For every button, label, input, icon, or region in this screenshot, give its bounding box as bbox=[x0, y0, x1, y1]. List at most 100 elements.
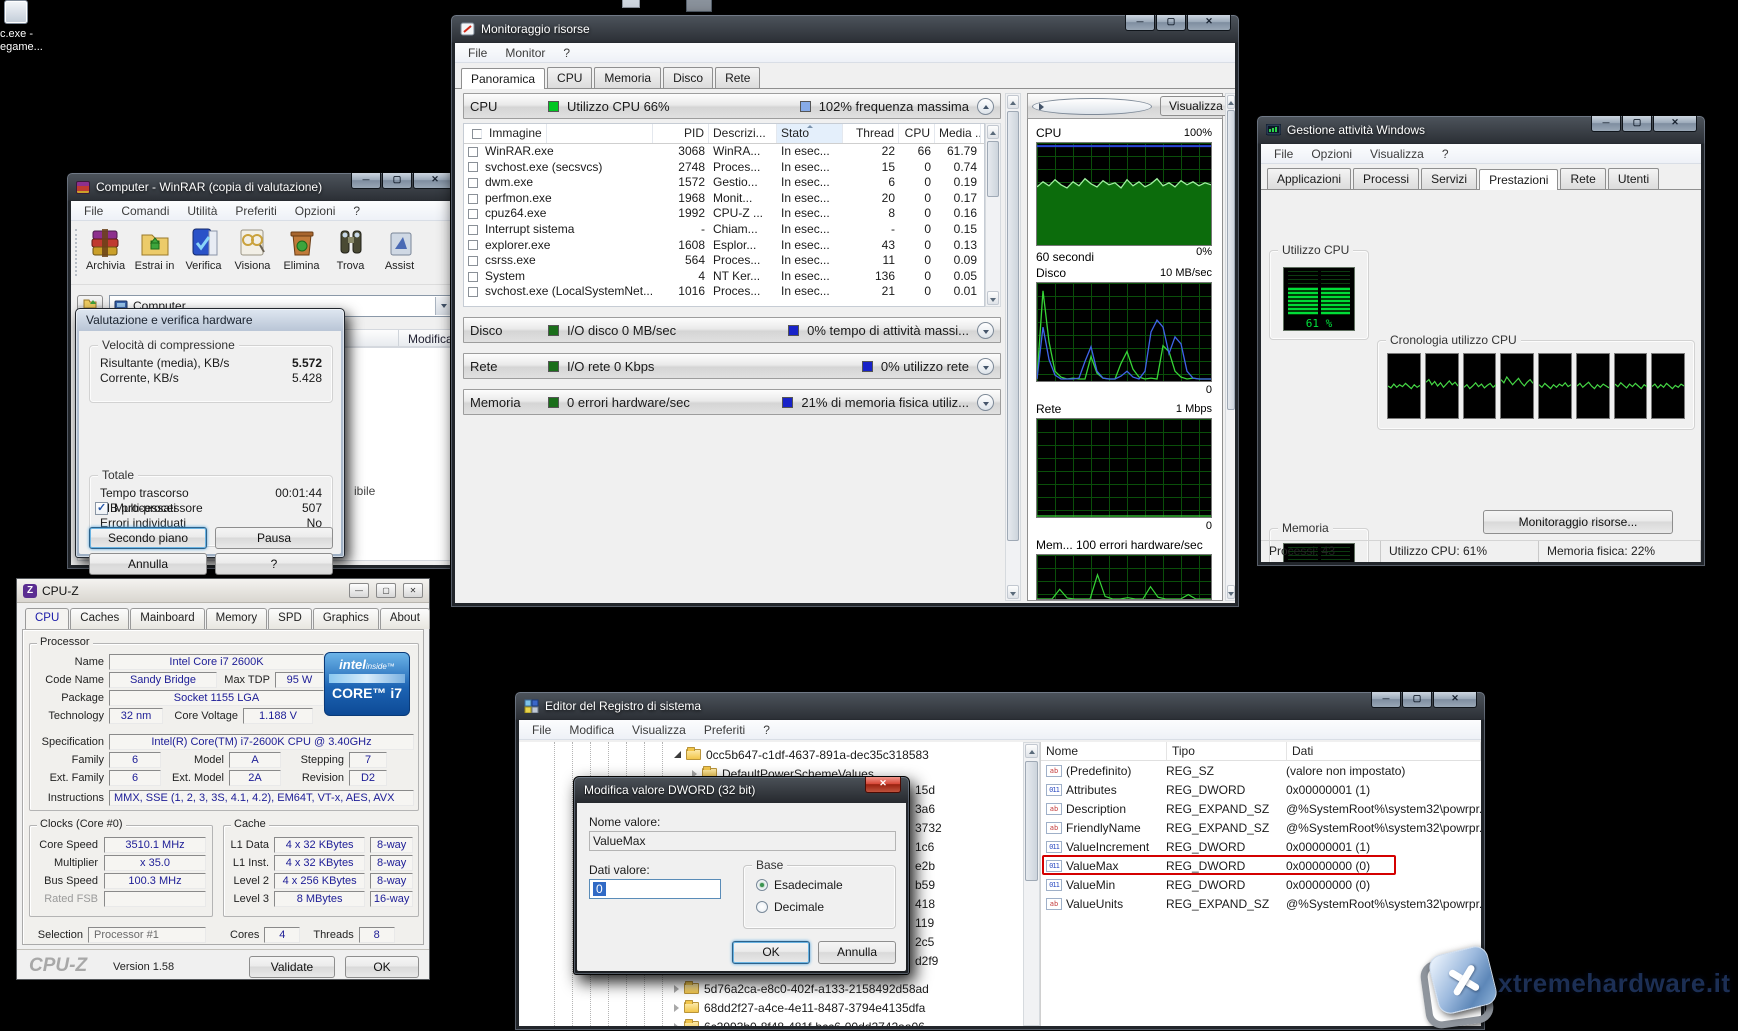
maximize-button[interactable] bbox=[1622, 116, 1652, 132]
cancel-button[interactable]: Annulla bbox=[89, 553, 207, 575]
process-row[interactable]: dwm.exe1572Gestio...In esec...600.19 bbox=[464, 175, 984, 191]
resmon-tab-memoria[interactable]: Memoria bbox=[594, 67, 661, 88]
registry-value-row[interactable]: 011ValueMinREG_DWORD0x00000000 (0) bbox=[1041, 875, 1481, 894]
header-checkbox[interactable] bbox=[472, 129, 482, 139]
regedit-menu-file[interactable]: File bbox=[525, 722, 558, 738]
processor-select[interactable]: Processor #1 bbox=[88, 927, 206, 943]
expand-chevron-icon[interactable] bbox=[977, 322, 994, 339]
tree-node-fragment[interactable]: b59 bbox=[915, 878, 935, 892]
tree-node-fragment[interactable]: d2f9 bbox=[915, 954, 938, 968]
registry-values[interactable]: Nome Tipo Dati ab(Predefinito)REG_SZ(val… bbox=[1040, 742, 1481, 1026]
minimize-button[interactable]: — bbox=[349, 583, 369, 598]
rete-section-header[interactable]: Rete I/O rete 0 Kbps 0% utilizzo rete bbox=[463, 353, 1001, 379]
tree-scrollbar[interactable] bbox=[1023, 742, 1040, 1026]
benchmark-dialog[interactable]: Valutazione e verifica hardware Velocità… bbox=[75, 308, 345, 558]
expand-chevron-icon[interactable] bbox=[977, 358, 994, 375]
regedit-menu--[interactable]: ? bbox=[756, 722, 777, 738]
collapsed-arrow-icon[interactable] bbox=[674, 985, 679, 993]
registry-value-row[interactable]: ab(Predefinito)REG_SZ(valore non imposta… bbox=[1041, 761, 1481, 780]
tree-node-fragment[interactable]: 3a6 bbox=[915, 802, 935, 816]
find-button[interactable]: Trova bbox=[326, 225, 375, 272]
pause-button[interactable]: Pausa bbox=[215, 527, 333, 549]
memoria-section-header[interactable]: Memoria 0 errori hardware/sec 21% di mem… bbox=[463, 389, 1001, 415]
close-button[interactable] bbox=[1187, 15, 1231, 31]
background-button[interactable]: Secondo piano bbox=[89, 527, 207, 549]
cpuz-tab-about[interactable]: About bbox=[380, 608, 430, 629]
desktop-shortcut[interactable]: c.exe - egame... bbox=[0, 0, 70, 54]
expanded-arrow-icon[interactable] bbox=[674, 751, 681, 758]
cpuz-titlebar[interactable]: Z CPU-Z — ▢ ✕ bbox=[17, 579, 429, 603]
tree-node[interactable]: 5d76a2ca-e8c0-402f-a133-2158492d58ad bbox=[674, 979, 929, 998]
row-checkbox[interactable] bbox=[468, 225, 478, 235]
close-button[interactable] bbox=[1433, 692, 1477, 708]
row-checkbox[interactable] bbox=[468, 256, 478, 266]
taskmgr-tab-applicazioni[interactable]: Applicazioni bbox=[1267, 168, 1351, 189]
tree-node-fragment[interactable]: 1c6 bbox=[915, 840, 934, 854]
validate-button[interactable]: Validate bbox=[249, 956, 335, 978]
taskmgr-menu-file[interactable]: File bbox=[1267, 146, 1300, 162]
row-checkbox[interactable] bbox=[468, 147, 478, 157]
resmon-tab-disco[interactable]: Disco bbox=[663, 67, 713, 88]
minimize-button[interactable] bbox=[1371, 692, 1401, 708]
taskmgr-window[interactable]: Gestione attività Windows FileOpzioniVis… bbox=[1256, 115, 1706, 567]
tree-node-fragment[interactable]: e2b bbox=[915, 859, 935, 873]
close-button[interactable] bbox=[1653, 116, 1697, 132]
panel-scrollbar[interactable] bbox=[1225, 93, 1235, 601]
minimize-button[interactable] bbox=[1591, 116, 1621, 132]
process-row[interactable]: System4NT Ker...In esec...13600.05 bbox=[464, 269, 984, 285]
regedit-titlebar[interactable]: Editor del Registro di sistema bbox=[515, 692, 1485, 720]
row-checkbox[interactable] bbox=[468, 178, 478, 188]
cpuz-tab-caches[interactable]: Caches bbox=[70, 608, 129, 629]
ok-button[interactable]: OK bbox=[345, 956, 419, 978]
tree-node-fragment[interactable]: 418 bbox=[915, 897, 935, 911]
dec-radio[interactable] bbox=[756, 901, 768, 913]
help-button[interactable]: ? bbox=[215, 553, 333, 575]
maximize-button[interactable]: ▢ bbox=[376, 583, 396, 598]
process-row[interactable]: perfmon.exe1968Monit...In esec...2000.17 bbox=[464, 191, 984, 207]
winrar-menu-utilit-[interactable]: Utilità bbox=[180, 203, 224, 219]
test-button[interactable]: Verifica bbox=[179, 225, 228, 272]
regedit-menu-preferiti[interactable]: Preferiti bbox=[697, 722, 752, 738]
row-checkbox[interactable] bbox=[468, 162, 478, 172]
resmon-tab-rete[interactable]: Rete bbox=[715, 67, 760, 88]
resmon-menu-monitor[interactable]: Monitor bbox=[498, 45, 552, 61]
column-modificato[interactable]: Modificat bbox=[408, 332, 456, 346]
pane-scrollbar[interactable] bbox=[1005, 93, 1021, 601]
cpuz-tab-graphics[interactable]: Graphics bbox=[313, 608, 379, 629]
registry-value-row[interactable]: abDescriptionREG_EXPAND_SZ@%SystemRoot%\… bbox=[1041, 799, 1481, 818]
resmon-window[interactable]: Monitoraggio risorse FileMonitor? Panora… bbox=[450, 14, 1240, 608]
tree-node[interactable]: 0cc5b647-c1df-4637-891a-dec35c318583 bbox=[674, 745, 929, 764]
regedit-menu-visualizza[interactable]: Visualizza bbox=[625, 722, 693, 738]
process-table-header[interactable]: Immagine PID Descrizi... Stato Thread CP… bbox=[464, 124, 984, 144]
winrar-menu-comandi[interactable]: Comandi bbox=[114, 203, 176, 219]
taskmgr-tab-rete[interactable]: Rete bbox=[1560, 168, 1605, 189]
winrar-menu-preferiti[interactable]: Preferiti bbox=[228, 203, 283, 219]
extract-button[interactable]: Estrai in bbox=[130, 225, 179, 272]
collapse-chevron-icon[interactable] bbox=[977, 98, 994, 115]
collapsed-arrow-icon[interactable] bbox=[674, 1004, 679, 1012]
values-header[interactable]: Nome Tipo Dati bbox=[1041, 742, 1481, 761]
taskmgr-tab-prestazioni[interactable]: Prestazioni bbox=[1479, 169, 1558, 190]
ok-button[interactable]: OK bbox=[732, 941, 810, 964]
row-checkbox[interactable] bbox=[468, 194, 478, 204]
row-checkbox[interactable] bbox=[468, 272, 478, 282]
registry-value-row[interactable]: 011ValueMaxREG_DWORD0x00000000 (0) bbox=[1041, 856, 1481, 875]
delete-button[interactable]: Elimina bbox=[277, 225, 326, 272]
cpuz-tab-mainboard[interactable]: Mainboard bbox=[130, 608, 204, 629]
cpuz-tab-cpu[interactable]: CPU bbox=[25, 608, 69, 629]
taskmgr-menu-opzioni[interactable]: Opzioni bbox=[1304, 146, 1359, 162]
process-row[interactable]: svchost.exe (LocalSystemNet...1016Proces… bbox=[464, 284, 984, 300]
cancel-button[interactable]: Annulla bbox=[818, 941, 896, 964]
process-row[interactable]: svchost.exe (secsvcs)2748Proces...In ese… bbox=[464, 160, 984, 176]
expand-chevron-icon[interactable] bbox=[977, 394, 994, 411]
row-checkbox[interactable] bbox=[468, 209, 478, 219]
resmon-launch-button[interactable]: Monitoraggio risorse... bbox=[1483, 510, 1673, 534]
maximize-button[interactable] bbox=[382, 173, 412, 189]
process-row[interactable]: Interrupt sistema-Chiam...In esec...-00.… bbox=[464, 222, 984, 238]
resmon-tab-cpu[interactable]: CPU bbox=[547, 67, 592, 88]
process-row[interactable]: csrss.exe564Proces...In esec...1100.09 bbox=[464, 253, 984, 269]
hex-radio[interactable] bbox=[756, 879, 768, 891]
process-row[interactable]: WinRAR.exe3068WinRA...In esec...226661.7… bbox=[464, 144, 984, 160]
maximize-button[interactable] bbox=[1402, 692, 1432, 708]
table-scrollbar[interactable] bbox=[985, 123, 1001, 307]
